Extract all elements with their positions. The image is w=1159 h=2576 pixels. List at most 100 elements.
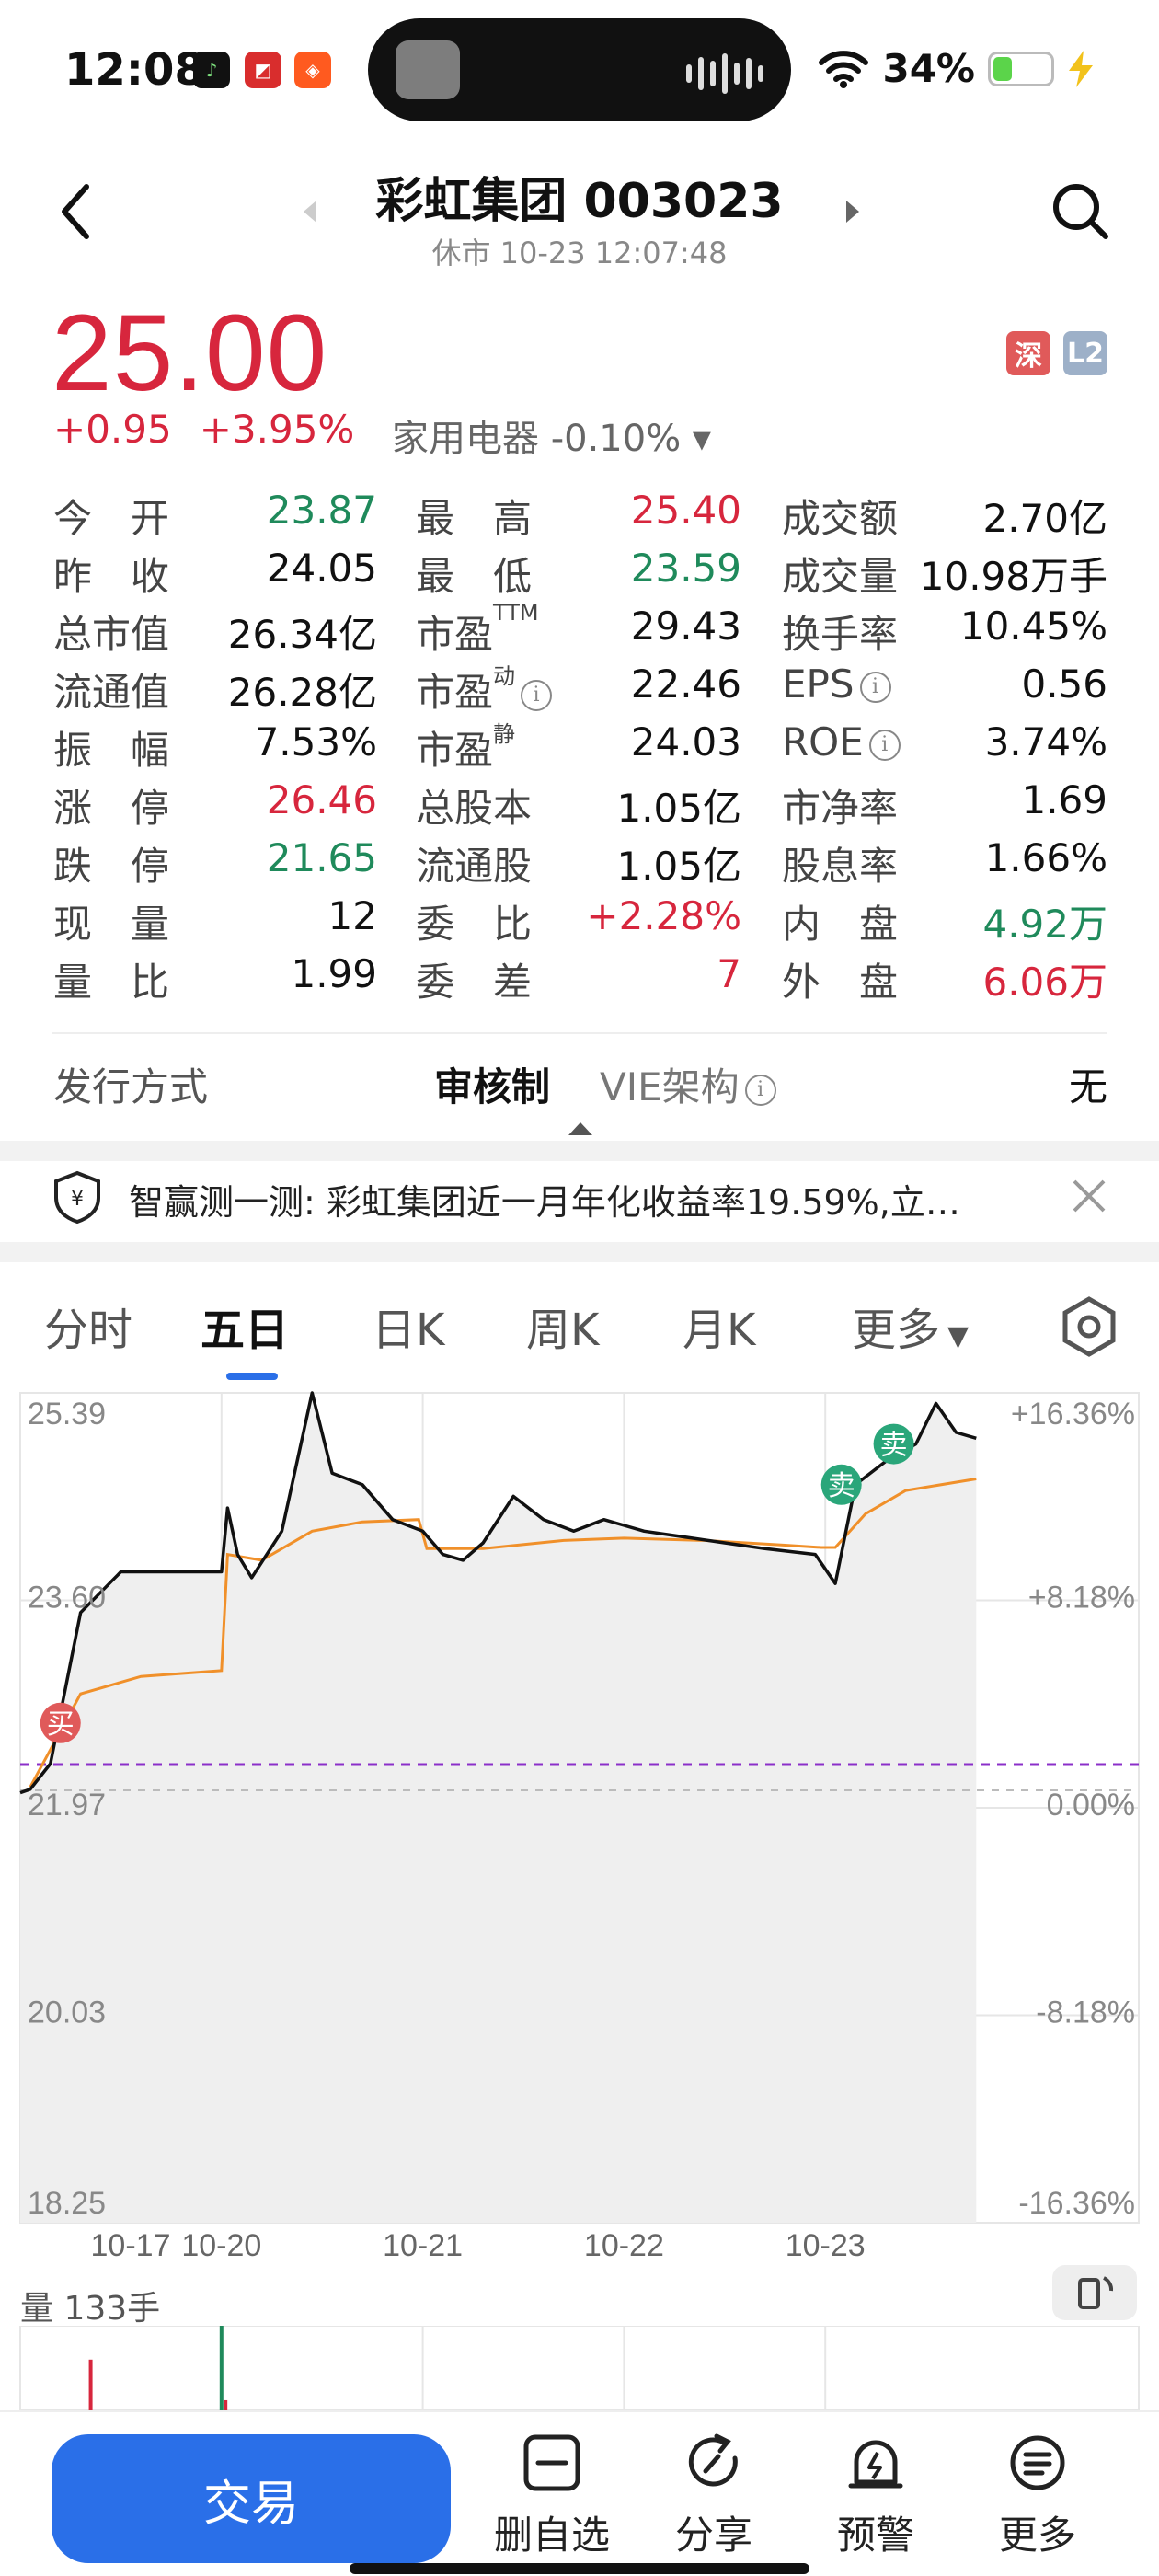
stat-value: 3.74% bbox=[984, 719, 1107, 765]
stat-value: 23.59 bbox=[630, 546, 741, 591]
price-change: +0.95 +3.95% bbox=[53, 407, 382, 452]
x-tick-label: 10-23 bbox=[786, 2228, 866, 2263]
stat-value: 12 bbox=[327, 893, 377, 938]
change-amount: +0.95 bbox=[53, 407, 172, 452]
share-icon bbox=[688, 2433, 738, 2487]
y-tick-right: +16.36% bbox=[1011, 1397, 1135, 1432]
stat-value: 21.65 bbox=[266, 835, 377, 880]
exchange-tag: 深 bbox=[1006, 331, 1050, 375]
stat-label[interactable]: ROE i bbox=[782, 719, 901, 765]
bottom-bar: 交易 删自选 分享 预警 更多 bbox=[0, 2410, 1159, 2576]
stat-label: 涨 停 bbox=[53, 786, 170, 831]
section-gap bbox=[0, 1242, 1159, 1262]
alarm-icon bbox=[848, 2440, 903, 2489]
level2-tag[interactable]: L2 bbox=[1063, 331, 1107, 375]
stat-label-sup: 静 bbox=[493, 721, 516, 747]
tab-weekly-k[interactable]: 周K bbox=[526, 1294, 599, 1358]
stat-value: 1.05亿 bbox=[616, 786, 741, 831]
chart-settings-icon[interactable] bbox=[1060, 1295, 1119, 1358]
shield-yen-icon: ¥ bbox=[54, 1170, 100, 1224]
tab-intraday[interactable]: 分时 bbox=[44, 1294, 132, 1358]
status-right: 34% bbox=[818, 46, 1095, 91]
stat-label: 外 盘 bbox=[782, 960, 899, 1005]
stat-label: 股息率 bbox=[782, 844, 899, 889]
search-icon[interactable] bbox=[1049, 179, 1113, 244]
stat-label[interactable]: 市盈动i bbox=[416, 661, 553, 718]
stat-value: 23.87 bbox=[266, 488, 377, 533]
stat-value: 25.40 bbox=[630, 488, 741, 533]
issue-method-label: 发行方式 bbox=[53, 1064, 209, 1110]
alert-button[interactable]: 预警 bbox=[802, 2431, 949, 2560]
collapse-arrow-icon[interactable] bbox=[568, 1121, 592, 1135]
rotate-screen-icon[interactable] bbox=[1050, 2263, 1139, 2322]
trade-button[interactable]: 交易 bbox=[52, 2434, 451, 2563]
industry-dropdown[interactable]: 家用电器 -0.10% ▾ bbox=[392, 408, 711, 462]
remove-watchlist-label: 删自选 bbox=[493, 2513, 610, 2558]
stat-value: 26.46 bbox=[266, 777, 377, 822]
stat-label: 成交额 bbox=[782, 496, 899, 541]
y-tick-left: 18.25 bbox=[28, 2186, 106, 2221]
info-icon[interactable]: i bbox=[744, 1074, 776, 1106]
stat-label: 流通值 bbox=[53, 670, 170, 715]
info-icon[interactable]: i bbox=[521, 679, 553, 711]
audio-wave-icon bbox=[686, 53, 763, 94]
more-button[interactable]: 更多 bbox=[964, 2431, 1111, 2560]
y-tick-left: 23.60 bbox=[28, 1581, 106, 1616]
five-day-chart[interactable]: 25.39 23.60 21.97 20.03 18.25 +16.36% +8.18% 0.… bbox=[0, 1380, 1159, 2263]
battery-icon bbox=[988, 51, 1054, 86]
stat-value: 10.45% bbox=[959, 604, 1107, 649]
close-icon[interactable] bbox=[1071, 1178, 1107, 1214]
share-button[interactable]: 分享 bbox=[640, 2431, 787, 2560]
vie-value: 无 bbox=[1068, 1064, 1107, 1110]
current-price: 25.00 bbox=[52, 293, 328, 414]
stat-label: 跌 停 bbox=[53, 844, 170, 889]
stat-label: 昨 收 bbox=[53, 554, 170, 599]
status-bar: 12:08 ♪ ◩ ◈ 34% bbox=[0, 0, 1159, 147]
info-icon[interactable]: i bbox=[868, 729, 901, 761]
stat-label: 最 低 bbox=[416, 554, 533, 599]
y-tick-right: -8.18% bbox=[1036, 1995, 1135, 2030]
more-label: 更多 bbox=[998, 2513, 1076, 2558]
x-tick-label: 10-21 bbox=[383, 2228, 463, 2263]
volume-label: 量 133手 bbox=[20, 2290, 161, 2328]
tab-five-day[interactable]: 五日 bbox=[201, 1294, 289, 1358]
tab-daily-k[interactable]: 日K bbox=[372, 1294, 444, 1358]
stat-label: 最 高 bbox=[416, 496, 533, 541]
wifi-icon bbox=[819, 50, 869, 88]
stat-value: 4.92万 bbox=[982, 902, 1107, 947]
stat-label: 市盈TTM bbox=[416, 600, 539, 657]
x-tick-label: 10-17 bbox=[91, 2228, 171, 2263]
minus-square-icon bbox=[523, 2434, 580, 2491]
volume-chart[interactable] bbox=[0, 2326, 1159, 2410]
stat-label: 内 盘 bbox=[782, 902, 899, 947]
stat-value: 0.56 bbox=[1021, 661, 1107, 707]
app-icon-broker: ◩ bbox=[245, 52, 281, 88]
trade-marker-label: 买 bbox=[47, 1708, 75, 1741]
volume-bar bbox=[219, 2326, 224, 2410]
app-icon-music: ♪ bbox=[193, 52, 230, 88]
change-percent: +3.95% bbox=[199, 407, 355, 452]
info-icon[interactable]: i bbox=[859, 671, 891, 703]
tab-monthly-k[interactable]: 月K bbox=[683, 1294, 755, 1358]
stat-label: 量 比 bbox=[53, 960, 170, 1005]
issue-method-value: 审核制 bbox=[434, 1064, 551, 1110]
stat-label: 换手率 bbox=[782, 612, 899, 657]
x-tick-label: 10-22 bbox=[584, 2228, 664, 2263]
stat-value: 26.28亿 bbox=[227, 670, 377, 715]
tab-more[interactable]: 更多 ▼ bbox=[852, 1294, 969, 1358]
stat-value: 1.66% bbox=[984, 835, 1107, 880]
stat-label: 委 差 bbox=[416, 960, 533, 1005]
tip-banner[interactable]: ¥ 智赢测一测: 彩虹集团近一月年化收益率19.59%,立… bbox=[0, 1150, 1159, 1242]
stat-value: 1.99 bbox=[291, 951, 377, 996]
share-label: 分享 bbox=[674, 2513, 752, 2558]
stat-value: 2.70亿 bbox=[982, 496, 1107, 541]
stat-label: 现 量 bbox=[53, 902, 170, 947]
app-icon-taobao: ◈ bbox=[294, 52, 331, 88]
stat-label[interactable]: EPS i bbox=[782, 661, 891, 707]
stat-value: 10.98万手 bbox=[919, 554, 1107, 599]
trade-marker-label: 卖 bbox=[880, 1430, 908, 1462]
stat-value: 24.03 bbox=[630, 719, 741, 765]
y-tick-right: 0.00% bbox=[1047, 1788, 1135, 1823]
remove-watchlist-button[interactable]: 删自选 bbox=[478, 2431, 625, 2560]
stat-value: 26.34亿 bbox=[227, 612, 377, 657]
